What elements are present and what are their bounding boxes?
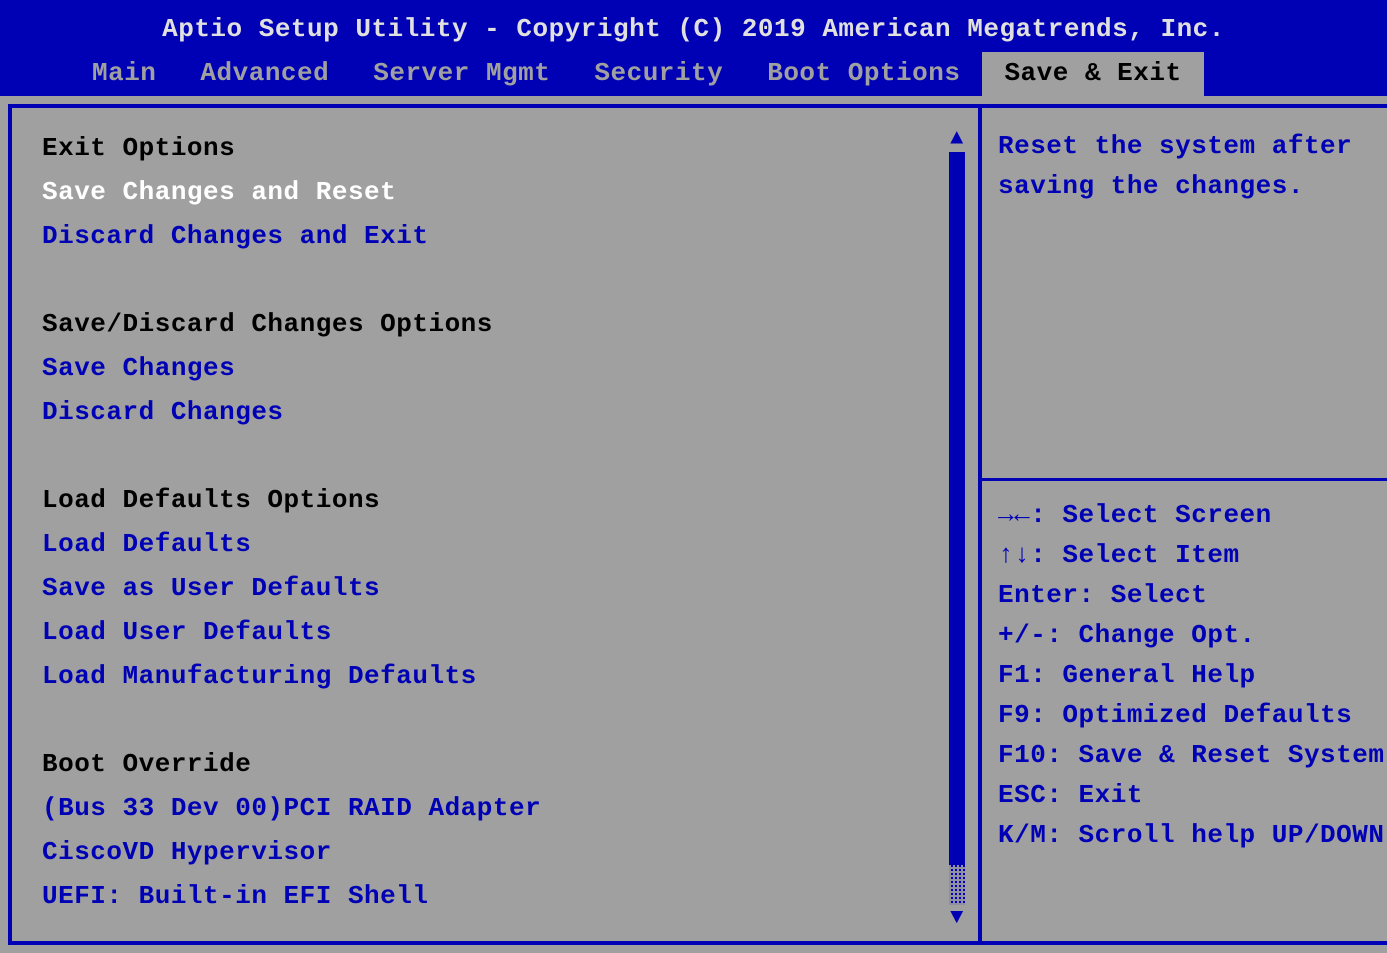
scroll-up-icon[interactable]: ▲: [950, 128, 964, 150]
hint-label: : General Help: [1030, 660, 1255, 690]
hint-key: ↑↓: [998, 540, 1030, 570]
tab-server-mgmt[interactable]: Server Mgmt: [351, 52, 572, 96]
left-content: Exit Options Save Changes and Reset Disc…: [42, 126, 946, 931]
heading-save-discard: Save/Discard Changes Options: [42, 302, 946, 346]
item-save-changes-and-reset[interactable]: Save Changes and Reset: [42, 170, 946, 214]
item-load-user-defaults[interactable]: Load User Defaults: [42, 610, 946, 654]
help-line-2: saving the changes.: [998, 166, 1384, 206]
body-area: Exit Options Save Changes and Reset Disc…: [0, 96, 1387, 953]
hint-key: +/-: [998, 620, 1046, 650]
bios-title: Aptio Setup Utility - Copyright (C) 2019…: [0, 10, 1387, 52]
right-pane: Reset the system after saving the change…: [978, 104, 1387, 945]
item-discard-changes[interactable]: Discard Changes: [42, 390, 946, 434]
help-line-1: Reset the system after: [998, 126, 1384, 166]
item-load-defaults[interactable]: Load Defaults: [42, 522, 946, 566]
item-save-changes[interactable]: Save Changes: [42, 346, 946, 390]
hint-key: F1: [998, 660, 1030, 690]
tab-security[interactable]: Security: [572, 52, 745, 96]
heading-boot-override: Boot Override: [42, 742, 946, 786]
hint-key: F10: [998, 740, 1046, 770]
hint-change-opt: +/-: Change Opt.: [998, 615, 1384, 655]
hint-key: ESC: [998, 780, 1046, 810]
header: Aptio Setup Utility - Copyright (C) 2019…: [0, 0, 1387, 96]
hint-label: : Exit: [1046, 780, 1143, 810]
hint-general-help: F1: General Help: [998, 655, 1384, 695]
hint-label: : Select Item: [1030, 540, 1239, 570]
tab-row: Main Advanced Server Mgmt Security Boot …: [0, 52, 1387, 96]
tab-main[interactable]: Main: [70, 52, 178, 96]
hint-label: : Select: [1079, 580, 1208, 610]
item-save-as-user-defaults[interactable]: Save as User Defaults: [42, 566, 946, 610]
hint-key: →←: [998, 500, 1030, 530]
blank-spacer: [42, 698, 946, 742]
tab-boot-options[interactable]: Boot Options: [745, 52, 982, 96]
hint-label: : Select Screen: [1030, 500, 1272, 530]
hint-exit: ESC: Exit: [998, 775, 1384, 815]
hint-label: : Change Opt.: [1046, 620, 1255, 650]
hint-label: : Save & Reset System: [1046, 740, 1384, 770]
heading-exit-options: Exit Options: [42, 126, 946, 170]
hint-select-screen: →←: Select Screen: [998, 495, 1384, 535]
scroll-down-icon[interactable]: ▼: [950, 907, 964, 929]
hint-optimized-defaults: F9: Optimized Defaults: [998, 695, 1384, 735]
hint-select-item: ↑↓: Select Item: [998, 535, 1384, 575]
left-pane: Exit Options Save Changes and Reset Disc…: [8, 104, 978, 945]
scroll-track[interactable]: [949, 152, 965, 905]
hint-select: Enter: Select: [998, 575, 1384, 615]
bios-root: Aptio Setup Utility - Copyright (C) 2019…: [0, 0, 1387, 953]
hint-scroll-help: K/M: Scroll help UP/DOWN: [998, 815, 1384, 855]
hint-key: F9: [998, 700, 1030, 730]
help-hints: →←: Select Screen ↑↓: Select Item Enter:…: [982, 481, 1387, 941]
heading-load-defaults: Load Defaults Options: [42, 478, 946, 522]
item-discard-changes-and-exit[interactable]: Discard Changes and Exit: [42, 214, 946, 258]
item-load-manufacturing-defaults[interactable]: Load Manufacturing Defaults: [42, 654, 946, 698]
tab-save-exit[interactable]: Save & Exit: [982, 52, 1203, 96]
hint-label: : Scroll help UP/DOWN: [1046, 820, 1384, 850]
item-boot-uefi-shell[interactable]: UEFI: Built-in EFI Shell: [42, 874, 946, 918]
hint-label: : Optimized Defaults: [1030, 700, 1352, 730]
hint-key: Enter: [998, 580, 1079, 610]
hint-key: K/M: [998, 820, 1046, 850]
tab-advanced[interactable]: Advanced: [178, 52, 351, 96]
scroll-thumb[interactable]: [949, 865, 965, 905]
item-boot-pci-raid[interactable]: (Bus 33 Dev 00)PCI RAID Adapter: [42, 786, 946, 830]
help-description: Reset the system after saving the change…: [982, 108, 1387, 478]
scrollbar[interactable]: ▲ ▼: [946, 126, 968, 931]
blank-spacer: [42, 258, 946, 302]
item-boot-ciscovd[interactable]: CiscoVD Hypervisor: [42, 830, 946, 874]
blank-spacer: [42, 434, 946, 478]
hint-save-reset: F10: Save & Reset System: [998, 735, 1384, 775]
